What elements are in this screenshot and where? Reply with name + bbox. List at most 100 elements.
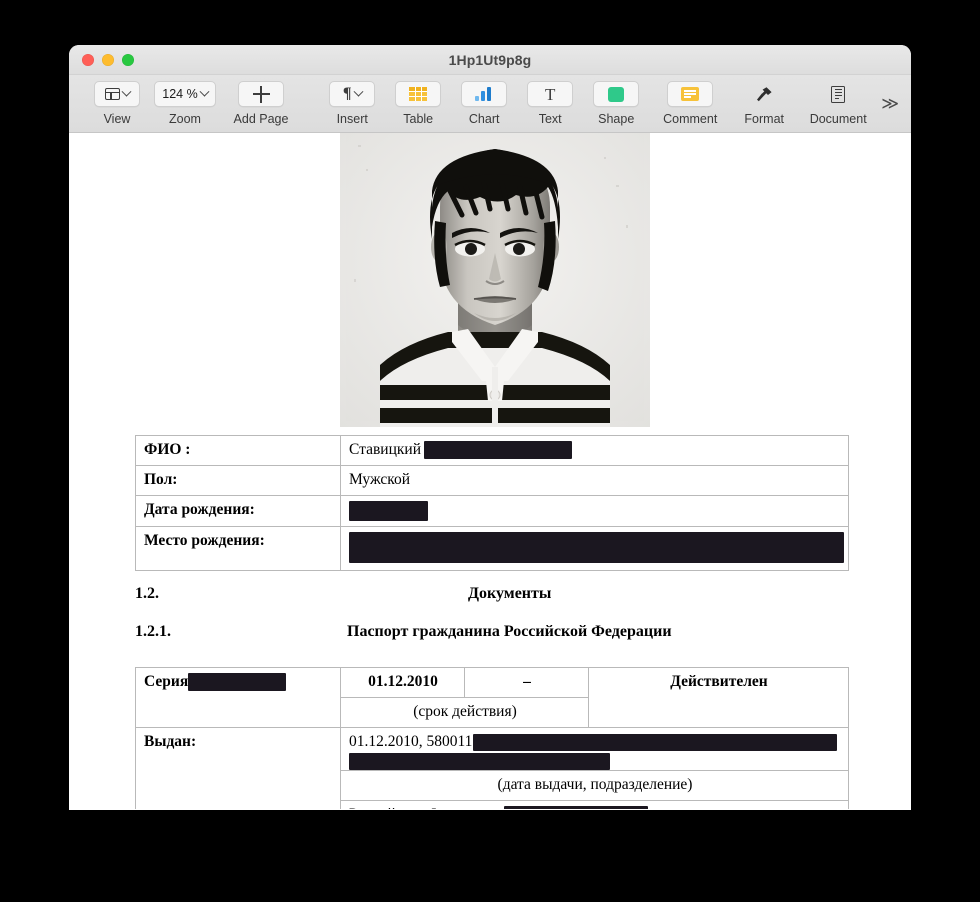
maximize-window-button[interactable] <box>122 53 134 66</box>
redaction-bar <box>349 531 844 563</box>
plus-icon <box>252 85 270 103</box>
shape-square-icon <box>608 86 625 102</box>
heading-number: 1.2.1. <box>135 623 171 640</box>
toolbar-item-format[interactable]: Format <box>733 81 795 126</box>
redaction-bar <box>503 806 648 809</box>
cell-status: Действителен <box>588 667 849 728</box>
table-row: Выдан: 01.12.2010, 580011 <box>135 726 849 809</box>
table-row: Серия 01.12.2010 – Действителен <box>135 667 849 728</box>
row-value-birthdate <box>340 494 849 527</box>
passport-table: Серия 01.12.2010 – Действителен (срок де… <box>135 667 849 809</box>
row-label-fullname: ФИО : <box>135 435 341 466</box>
toolbar-item-insert[interactable]: ¶ Insert <box>321 81 383 126</box>
toolbar-label-document: Document <box>809 112 867 126</box>
row-label-birthdate: Дата рождения: <box>135 494 341 527</box>
bar-chart-icon <box>475 87 493 101</box>
toolbar-label-insert: Insert <box>336 112 368 126</box>
heading-text: Документы <box>468 585 552 602</box>
toolbar-label-zoom: Zoom <box>169 112 201 126</box>
toolbar-label-add-page: Add Page <box>233 112 289 126</box>
view-layout-icon <box>104 88 120 100</box>
cell-dash: – <box>464 667 589 698</box>
shape-button[interactable] <box>593 81 640 107</box>
toolbar-item-comment[interactable]: Comment <box>651 81 729 126</box>
series-label: Серия <box>144 673 189 690</box>
toolbar-item-view[interactable]: View <box>86 81 148 126</box>
issued-value-text: 01.12.2010, 580011 <box>349 732 473 750</box>
cell-issue-date: 01.12.2010 <box>340 667 465 698</box>
fullname-text: Ставицкий <box>349 441 422 458</box>
cell-issued-label: Выдан: <box>135 726 341 809</box>
pages-app-window: 1Hp1Ut9p8g View 124 % Zoom Add Page ¶ In… <box>69 45 911 810</box>
toolbar-left-group: View 124 % Zoom Add Page <box>86 81 300 126</box>
toolbar-item-zoom[interactable]: 124 % Zoom <box>154 81 216 126</box>
toolbar-item-table[interactable]: Table <box>387 81 449 126</box>
traffic-light-group <box>82 53 134 66</box>
toolbar-label-format: Format <box>744 112 784 126</box>
minimize-window-button[interactable] <box>102 53 114 66</box>
row-label-birthplace: Место рождения: <box>135 525 341 571</box>
cell-issued-value: 01.12.2010, 580011 <box>340 726 849 771</box>
toolbar-label-text: Text <box>538 112 562 126</box>
redaction-bar <box>473 733 838 751</box>
table-icon <box>409 87 428 101</box>
table-row: Пол: Мужской <box>135 464 849 496</box>
comment-button[interactable] <box>667 81 714 107</box>
toolbar-item-document[interactable]: Document <box>799 81 877 126</box>
row-value-birthplace <box>340 525 849 571</box>
row-value-fullname: Ставицкий <box>340 435 849 466</box>
cell-issued-caption: (дата выдачи, подразделение) <box>340 769 849 801</box>
heading-number: 1.2. <box>135 585 159 602</box>
view-button[interactable] <box>94 81 140 107</box>
screenshot-root: 1Hp1Ut9p8g View 124 % Zoom Add Page ¶ In… <box>0 0 980 902</box>
toolbar-overflow-button[interactable]: ≫ <box>881 95 899 112</box>
redaction-bar <box>349 500 428 521</box>
personal-info-table: ФИО : Ставицкий Пол: Мужской Дата рожден… <box>135 435 849 571</box>
text-t-icon: T <box>545 84 556 104</box>
comment-note-icon <box>681 87 700 101</box>
document-icon <box>831 85 846 103</box>
format-brush-icon <box>757 87 772 102</box>
document-canvas[interactable]: ФИО : Ставицкий Пол: Мужской Дата рожден… <box>69 133 911 809</box>
toolbar-label-table: Table <box>403 112 434 126</box>
redaction-bar <box>188 673 287 692</box>
table-button[interactable] <box>395 81 442 107</box>
chevron-down-icon <box>353 86 363 97</box>
zoom-button[interactable]: 124 % <box>154 81 216 107</box>
row-value-gender: Мужской <box>340 464 849 496</box>
toolbar-item-add-page[interactable]: Add Page <box>222 81 300 126</box>
cell-series: Серия <box>135 667 341 728</box>
chevron-down-icon <box>199 86 210 97</box>
document-button[interactable] <box>815 81 861 107</box>
toolbar-item-chart[interactable]: Chart <box>453 81 515 126</box>
close-window-button[interactable] <box>82 53 94 66</box>
cell-place-value: Российская Федерация, (место выдачи) <box>340 799 849 809</box>
insert-button[interactable]: ¶ <box>329 81 376 107</box>
cell-validity-caption: (срок действия) <box>340 696 589 728</box>
table-row: ФИО : Ставицкий <box>135 435 849 466</box>
table-row: Дата рождения: <box>135 494 849 527</box>
toolbar-label-comment: Comment <box>663 112 718 126</box>
toolbar-label-view: View <box>103 112 131 126</box>
window-title: 1Hp1Ut9p8g <box>448 51 532 68</box>
format-button[interactable] <box>741 81 787 107</box>
chart-button[interactable] <box>461 81 508 107</box>
add-page-button[interactable] <box>238 81 284 107</box>
redaction-bar <box>349 752 610 770</box>
place-value-text: Российская Федерация, <box>349 806 504 809</box>
pilcrow-icon: ¶ <box>342 85 352 102</box>
passport-photo <box>340 133 650 427</box>
row-label-gender: Пол: <box>135 464 341 496</box>
redaction-bar <box>424 441 573 460</box>
text-button[interactable]: T <box>527 81 574 107</box>
window-titlebar[interactable]: 1Hp1Ut9p8g <box>69 45 911 75</box>
toolbar-label-chart: Chart <box>468 112 500 126</box>
toolbar-right-group: ¶ Insert Table Chart T Text Shape Commen… <box>321 81 899 126</box>
toolbar-label-shape: Shape <box>598 112 635 126</box>
chevron-down-icon <box>121 86 131 97</box>
toolbar-item-shape[interactable]: Shape <box>585 81 647 126</box>
toolbar-item-text[interactable]: T Text <box>519 81 581 126</box>
zoom-level-value: 124 % <box>162 87 198 101</box>
heading-text: Паспорт гражданина Российской Федерации <box>347 623 672 640</box>
table-row: Место рождения: <box>135 525 849 571</box>
